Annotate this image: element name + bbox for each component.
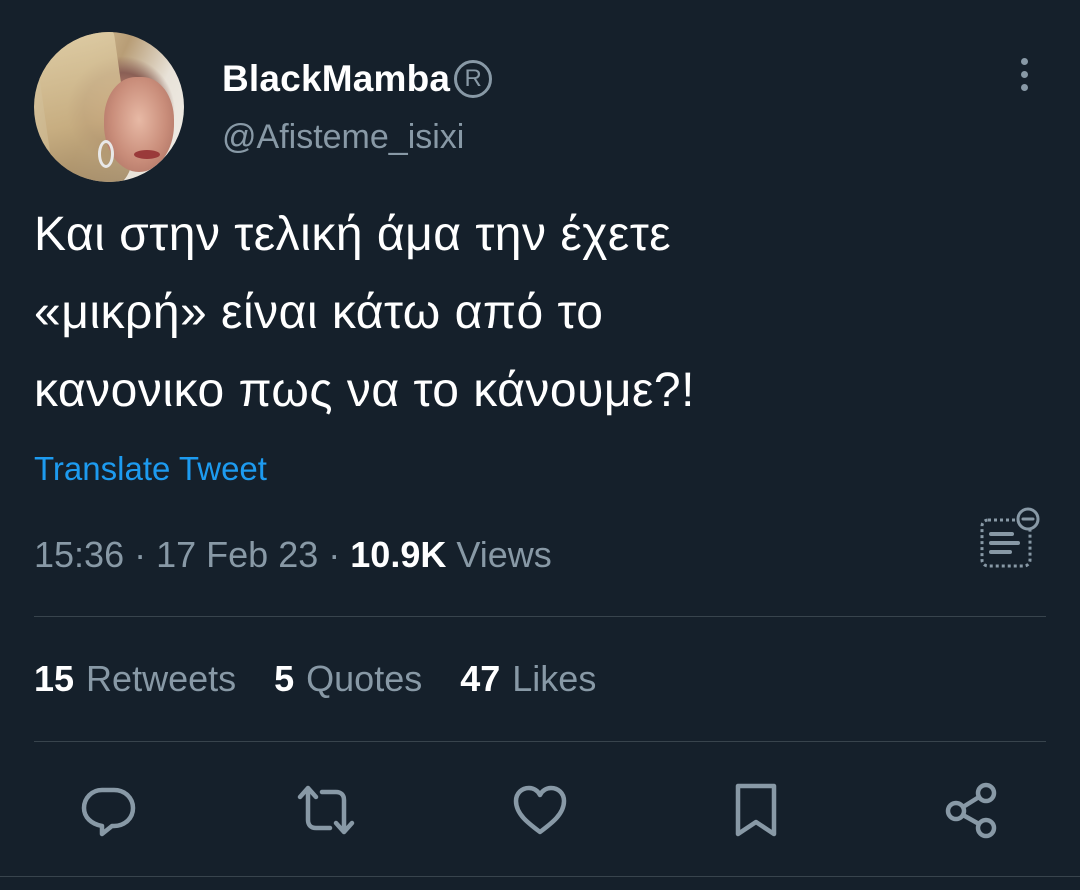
more-vertical-icon[interactable]: [1012, 58, 1036, 98]
avatar-earring: [98, 140, 114, 168]
meta-separator: ·: [134, 534, 147, 575]
user-handle[interactable]: @Afisteme_isixi: [222, 118, 464, 157]
display-name[interactable]: BlackMamba R: [222, 58, 493, 100]
divider: [34, 741, 1046, 742]
views-count: 10.9K: [350, 534, 447, 575]
heart-icon[interactable]: [508, 778, 572, 842]
bottom-divider: [0, 876, 1080, 877]
retweets-count: 15: [34, 658, 75, 699]
display-name-text[interactable]: BlackMamba: [222, 58, 450, 100]
avatar-lips: [134, 150, 160, 159]
reply-icon[interactable]: [76, 778, 140, 842]
analytics-icon[interactable]: [978, 506, 1040, 570]
likes-count: 47: [460, 658, 501, 699]
action-bar: [0, 778, 1080, 848]
tweet-meta: 15:36 · 17 Feb 23 · 10.9K Views: [34, 534, 552, 576]
likes-stat[interactable]: 47 Likes: [460, 658, 596, 700]
likes-label: Likes: [512, 658, 597, 699]
quotes-stat[interactable]: 5 Quotes: [274, 658, 422, 700]
tweet-text-line: Και στην τελική άμα την έχετε: [34, 208, 672, 261]
tweet-text: Και στην τελική άμα την έχετε «μικρή» εί…: [34, 196, 1044, 430]
engagement-stats: 15 Retweets 5 Quotes 47 Likes: [34, 658, 634, 700]
quotes-count: 5: [274, 658, 295, 699]
bookmark-icon[interactable]: [724, 778, 788, 842]
quotes-label: Quotes: [306, 658, 423, 699]
views-label: Views: [456, 534, 552, 575]
divider: [34, 616, 1046, 617]
retweet-icon[interactable]: [294, 778, 358, 842]
retweets-label: Retweets: [86, 658, 237, 699]
retweets-stat[interactable]: 15 Retweets: [34, 658, 236, 700]
share-icon[interactable]: [940, 778, 1004, 842]
tweet-text-line: κανονικο πως να το κάνουμε?!: [34, 364, 695, 417]
tweet-time[interactable]: 15:36: [34, 534, 124, 575]
translate-tweet-link[interactable]: Translate Tweet: [34, 450, 267, 488]
registered-badge-icon: R: [454, 60, 493, 98]
tweet-text-line: «μικρή» είναι κάτω από το: [34, 286, 604, 339]
avatar[interactable]: [34, 32, 184, 182]
tweet-date[interactable]: 17 Feb 23: [156, 534, 318, 575]
meta-separator: ·: [328, 534, 341, 575]
